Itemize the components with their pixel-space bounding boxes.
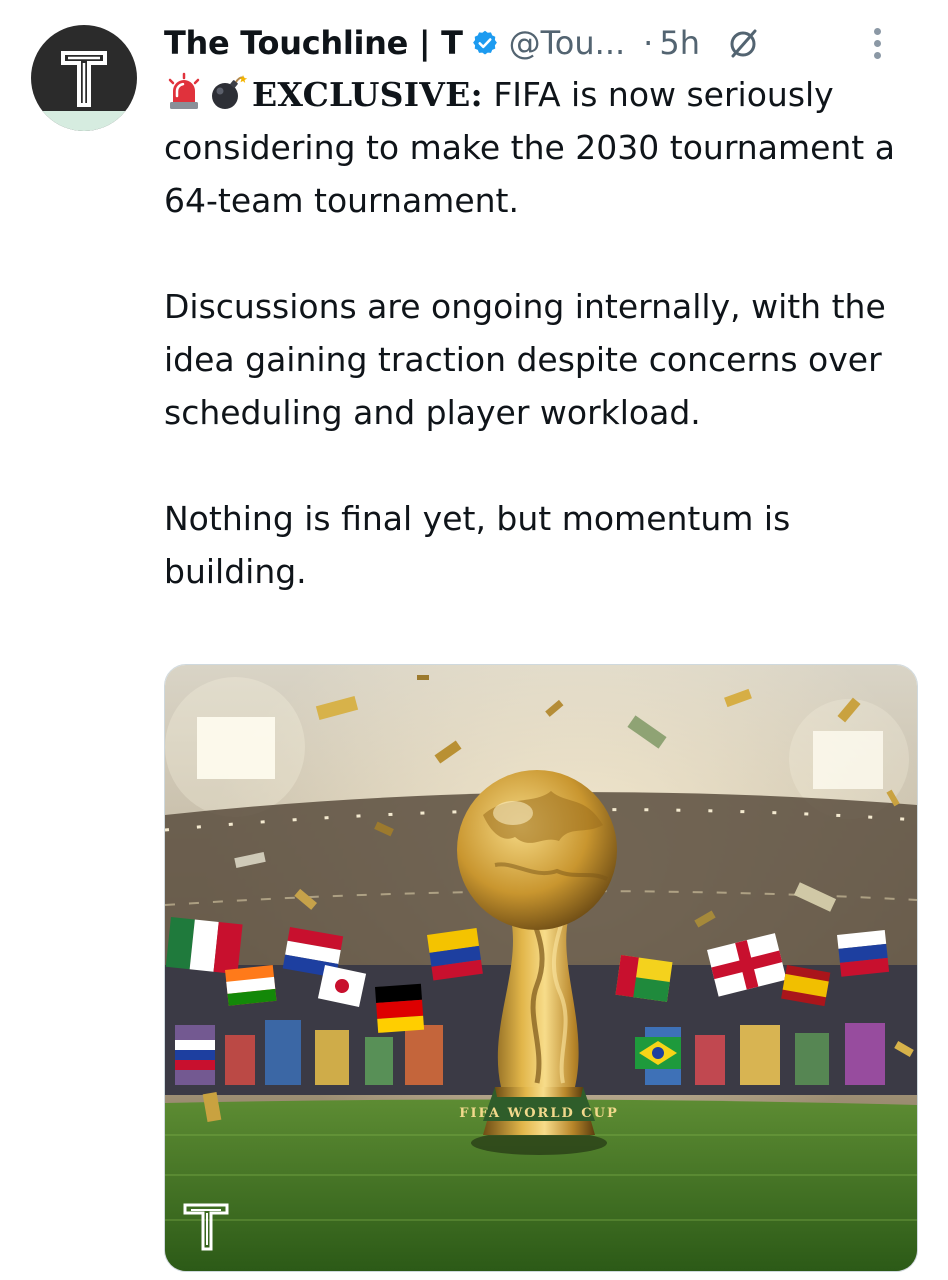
tweet-paragraph-1: EXCLUSIVE: FIFA is now seriously conside… (164, 68, 904, 227)
bomb-emoji-icon (212, 75, 248, 109)
more-options-icon[interactable] (870, 28, 884, 68)
tweet-body: EXCLUSIVE: FIFA is now seriously conside… (164, 68, 904, 598)
trophy-base-text: FIFA WORLD CUP (459, 1106, 619, 1121)
separator-dot: · (643, 24, 654, 62)
author-avatar[interactable] (31, 25, 137, 131)
police-light-emoji-icon (168, 72, 200, 109)
verified-badge-icon (472, 30, 497, 55)
author-handle[interactable]: @Tou... (509, 24, 625, 62)
world-cup-trophy-image: FIFA WORLD CUP (165, 665, 917, 1271)
author-display-name[interactable]: The Touchline | T (164, 24, 463, 62)
post-time[interactable]: 5h (659, 24, 700, 62)
touchline-logo-icon (61, 51, 107, 107)
tweet-media-image[interactable]: FIFA WORLD CUP (164, 664, 918, 1272)
floodlight-left (165, 677, 305, 817)
grok-icon[interactable] (726, 26, 760, 60)
headline-label: EXCLUSIVE: (252, 75, 483, 114)
tweet-header: The Touchline | T @Tou... · 5h (164, 18, 924, 68)
tweet-paragraph-2: Discussions are ongoing internally, with… (164, 287, 886, 432)
tweet-paragraph-3: Nothing is final yet, but momentum is bu… (164, 499, 791, 591)
